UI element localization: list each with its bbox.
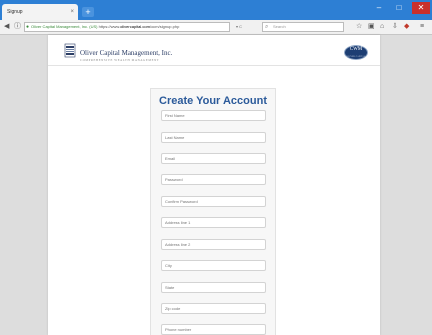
title-bar: Signup × + – □ ✕ [0, 0, 432, 20]
address-bar[interactable]: ● Oliver Capital Management, Inc. (US) h… [24, 22, 230, 32]
search-placeholder: Search [273, 24, 286, 29]
back-icon[interactable]: ◀ [4, 22, 9, 32]
home-icon[interactable]: ⌂ [380, 22, 384, 32]
city-field[interactable] [161, 260, 266, 271]
lock-icon: ● [26, 24, 30, 30]
address-line-1-field[interactable] [161, 217, 266, 228]
info-icon[interactable]: ⓘ [14, 22, 21, 32]
cwm-badge-text: CWM [349, 47, 363, 52]
clipboard-icon[interactable]: ▣ [368, 22, 375, 32]
first-name-field[interactable] [161, 110, 266, 121]
zip-code-field[interactable] [161, 303, 266, 314]
form-title: Create Your Account [159, 95, 267, 107]
header-divider [48, 65, 380, 66]
email-field[interactable] [161, 153, 266, 164]
maximize-button[interactable]: □ [392, 2, 406, 14]
close-window-button[interactable]: ✕ [412, 2, 430, 14]
state-field[interactable] [161, 282, 266, 293]
logo-emblem-icon [64, 43, 76, 58]
search-icon: ⌕ [265, 24, 269, 30]
last-name-field[interactable] [161, 132, 266, 143]
signup-form: Create Your Account [150, 88, 276, 335]
url-domain: olivercapital.com [120, 24, 150, 29]
brand-tagline: COMPREHENSIVE WEALTH MANAGEMENT [80, 58, 160, 62]
cwm-badge-subtext: OLIVER CAPITAL [346, 56, 366, 58]
page-viewport: Oliver Capital Management, Inc. COMPREHE… [0, 35, 432, 335]
extension-icon[interactable]: ◆ [404, 22, 409, 32]
search-input[interactable]: ⌕ Search [262, 22, 344, 32]
cwm-logo-badge[interactable]: CWM OLIVER CAPITAL [344, 45, 368, 60]
confirm-password-field[interactable] [161, 196, 266, 207]
navigation-bar: ◀ ⓘ ● Oliver Capital Management, Inc. (U… [0, 20, 432, 35]
pocket-icon[interactable]: ⇩ [392, 22, 398, 32]
star-icon[interactable]: ☆ [356, 22, 362, 32]
reload-icon[interactable]: ▾ C [236, 24, 242, 29]
page-content: Oliver Capital Management, Inc. COMPREHE… [48, 35, 380, 335]
url-prefix: https://www. [98, 24, 121, 29]
menu-icon[interactable]: ≡ [420, 22, 424, 32]
password-field[interactable] [161, 174, 266, 185]
address-line-2-field[interactable] [161, 239, 266, 250]
url-path: /ocm/signup.php [149, 24, 180, 29]
tab-title: Signup [7, 9, 23, 15]
tab-signup[interactable]: Signup × [2, 4, 78, 20]
phone-number-field[interactable] [161, 324, 266, 335]
new-tab-button[interactable]: + [82, 7, 94, 17]
site-identity: Oliver Capital Management, Inc. (US) [31, 24, 98, 29]
minimize-button[interactable]: – [372, 2, 386, 14]
tab-close-icon[interactable]: × [70, 4, 74, 20]
brand-name: Oliver Capital Management, Inc. [80, 49, 173, 57]
